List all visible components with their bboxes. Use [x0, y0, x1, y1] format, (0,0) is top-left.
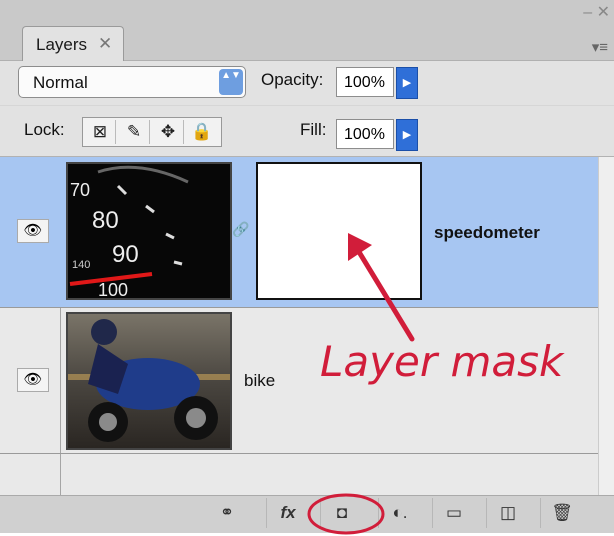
chevron-updown-icon: ▲▼ — [219, 69, 243, 95]
tab-close-icon[interactable]: ✕ — [98, 34, 112, 54]
blend-mode-select[interactable]: Normal ▲▼ — [18, 66, 246, 98]
tab-label: Layers — [36, 35, 88, 54]
new-layer-icon[interactable]: ◫ — [486, 498, 529, 528]
bike-image — [68, 314, 230, 448]
blend-mode-value: Normal — [33, 73, 88, 92]
delete-layer-icon[interactable]: 🗑 — [540, 498, 583, 528]
layer-row-speedometer[interactable]: 👁 70 80 90 140 100 🔗 speedometer — [0, 157, 598, 308]
opacity-input[interactable]: 100% — [336, 67, 394, 97]
scrollbar[interactable] — [598, 157, 614, 495]
layer-thumbnail-speedometer[interactable]: 70 80 90 140 100 — [66, 162, 232, 300]
group-folder-icon[interactable]: ▭ — [432, 498, 475, 528]
fill-value: 100% — [344, 126, 385, 143]
blend-row: Normal ▲▼ Opacity: 100% ▶ — [0, 61, 614, 105]
annotation-layer-mask: Layer mask — [320, 337, 564, 386]
layers-panel: Layers ✕ – ✕ ▾≡ Normal ▲▼ Opacity: 100% … — [0, 0, 614, 535]
fx-icon[interactable]: fx — [266, 498, 309, 528]
link-layers-icon[interactable]: ⚭ — [206, 498, 248, 528]
lock-move-icon[interactable]: ✥ — [153, 120, 184, 144]
lock-row: Lock: ⊠ ✎ ✥ 🔒 Fill: 100% ▶ — [0, 106, 614, 157]
layer-thumbnail-bike[interactable] — [66, 312, 232, 450]
lock-label: Lock: — [24, 120, 65, 139]
lock-all-icon[interactable]: 🔒 — [187, 120, 217, 144]
fill-slider-button[interactable]: ▶ — [396, 119, 418, 151]
speed-label-100: 100 — [98, 280, 128, 298]
highlight-circle — [307, 493, 385, 535]
opacity-value: 100% — [344, 74, 385, 91]
lock-buttons: ⊠ ✎ ✥ 🔒 — [82, 117, 222, 147]
speed-label-140: 140 — [72, 259, 90, 271]
lock-paint-icon[interactable]: ✎ — [119, 120, 150, 144]
layer-name-speedometer[interactable]: speedometer — [434, 223, 540, 243]
lock-transparency-icon[interactable]: ⊠ — [85, 120, 116, 144]
tab-layers[interactable]: Layers ✕ — [22, 26, 124, 61]
layers-toolbar: ⚭ fx ◘ ◐. ▭ ◫ 🗑 — [0, 493, 614, 535]
tab-strip: Layers ✕ – ✕ ▾≡ — [0, 0, 614, 61]
speedometer-image: 70 80 90 140 100 — [68, 164, 230, 300]
annotation-arrow — [348, 233, 415, 342]
layers-list: 👁 70 80 90 140 100 🔗 speedometer 👁 bike … — [0, 157, 614, 495]
speed-label-90: 90 — [112, 241, 139, 268]
speed-label-80: 80 — [92, 207, 119, 234]
opacity-label: Opacity: — [261, 70, 324, 89]
opacity-slider-button[interactable]: ▶ — [396, 67, 418, 99]
mask-link-icon[interactable]: 🔗 — [232, 221, 249, 238]
panel-menu-icon[interactable]: ▾≡ — [592, 38, 608, 56]
layer-name-bike[interactable]: bike — [244, 371, 275, 391]
eye-icon[interactable]: 👁 — [17, 219, 49, 243]
eye-icon[interactable]: 👁 — [17, 368, 49, 392]
fill-label: Fill: — [300, 120, 327, 139]
fill-input[interactable]: 100% — [336, 119, 394, 149]
window-controls[interactable]: – ✕ — [583, 2, 610, 22]
speed-label-70: 70 — [70, 180, 90, 200]
